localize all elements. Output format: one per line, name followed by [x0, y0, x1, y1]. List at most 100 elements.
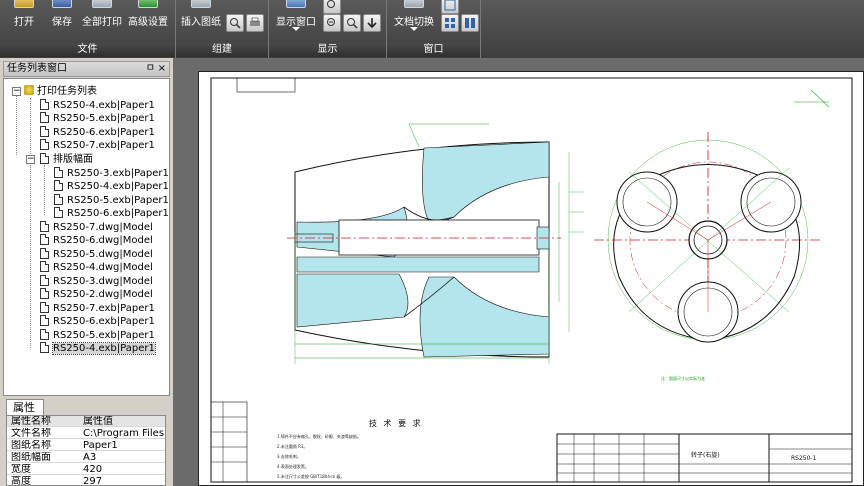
zoom-in-icon [347, 18, 358, 29]
tree-item[interactable]: RS250-2.dwg|Model [40, 288, 153, 301]
zoom-preview-icon [230, 18, 241, 29]
tile-vertical-icon [465, 18, 475, 28]
insert-sheet-button[interactable]: 插入图纸 [178, 0, 224, 42]
print-preview-button[interactable] [246, 14, 264, 32]
tile-grid-icon [445, 18, 455, 28]
chevron-down-icon [292, 27, 300, 31]
zoom-out-button[interactable] [323, 14, 341, 32]
display-window-button[interactable]: 显示窗口 [271, 0, 321, 42]
print-task-tree[interactable]: − 打印任务列表 RS250-4.exb|Paper1 RS250-5.exb|… [3, 78, 170, 396]
tree-item[interactable]: RS250-7.exb|Paper1 [40, 139, 155, 152]
printer-icon [92, 0, 112, 8]
ribbon-group-label-file: 文件 [0, 43, 175, 57]
advanced-settings-button[interactable]: 高级设置 [124, 0, 172, 42]
tile-horizontal-button[interactable] [441, 0, 459, 14]
tree-group[interactable]: 排版幅面 [40, 153, 93, 166]
zoom-out-icon [327, 18, 335, 26]
document-icon [54, 167, 63, 178]
document-icon [40, 302, 49, 313]
settings-check-icon [138, 0, 158, 8]
ribbon-group-label-view: 显示 [269, 43, 386, 57]
ribbon-group-file: 打开 保存 全部打印 高级设置 文件 [0, 0, 176, 58]
rotor-front-view [594, 89, 830, 343]
ribbon-group-label-window: 窗口 [387, 43, 480, 57]
tree-connector [30, 98, 31, 348]
document-switch-button[interactable]: 文档切换 [389, 0, 439, 42]
tree-collapse-toggle[interactable]: − [12, 87, 21, 96]
tree-item-selected[interactable]: RS250-4.exb|Paper1 [40, 342, 156, 355]
technical-requirement-item: 4.表面处理发黑。 [277, 464, 309, 469]
save-icon [52, 0, 72, 8]
tree-item[interactable]: RS250-6.exb|Paper1 [40, 315, 155, 328]
open-button-label: 打开 [14, 17, 34, 28]
move-down-button[interactable] [363, 14, 381, 32]
technical-requirements-title: 技 术 要 求 [369, 419, 423, 428]
arrow-down-icon [367, 18, 377, 29]
tree-item[interactable]: RS250-7.dwg|Model [40, 221, 153, 234]
document-switch-button-label: 文档切换 [394, 17, 434, 28]
open-button[interactable]: 打开 [6, 0, 42, 42]
insert-sheet-button-label: 插入图纸 [181, 17, 221, 28]
property-row[interactable]: 图纸名称 Paper1 [7, 440, 165, 451]
pin-icon[interactable]: ㅁ [146, 62, 155, 76]
save-button[interactable]: 保存 [44, 0, 80, 42]
tree-item[interactable]: RS250-6.exb|Paper1 [40, 126, 155, 139]
tile-grid-button[interactable] [441, 14, 459, 32]
preview-zoom-button[interactable] [226, 14, 244, 32]
left-margin-table [210, 401, 248, 483]
tree-item[interactable]: RS250-4.exb|Paper1 [54, 180, 169, 193]
document-icon [40, 112, 49, 123]
technical-requirement-item: 5.未注尺寸公差按 GB/T1804-m 级。 [277, 474, 345, 479]
tile-horizontal-icon [444, 0, 456, 11]
tree-root-label: 打印任务列表 [37, 86, 97, 97]
insert-sheet-icon [191, 0, 211, 8]
print-all-button-label: 全部打印 [82, 17, 122, 28]
property-row[interactable]: 图纸幅面 A3 [7, 452, 165, 463]
zoom-in-button[interactable] [343, 14, 361, 32]
tree-item[interactable]: RS250-4.exb|Paper1 [40, 99, 155, 112]
tree-item[interactable]: RS250-3.exb|Paper1 [54, 167, 169, 180]
zoom-window-button[interactable] [323, 0, 341, 14]
technical-requirement-item: 2.未注圆角 R3。 [277, 444, 308, 449]
chevron-down-icon [410, 27, 418, 31]
drawing-canvas[interactable]: 技 术 要 求 1.铸件不应有缩孔、裂纹、砂眼、夹渣等缺陷。 2.未注圆角 R3… [173, 58, 864, 486]
tree-item[interactable]: RS250-5.dwg|Model [40, 248, 153, 261]
tree-item[interactable]: RS250-6.dwg|Model [40, 234, 153, 247]
ribbon-group-view: 显示窗口 显示 [269, 0, 387, 58]
tree-item[interactable]: RS250-4.dwg|Model [40, 261, 153, 274]
tree-collapse-toggle[interactable]: − [26, 155, 35, 164]
document-icon [40, 248, 49, 259]
tree-item[interactable]: RS250-5.exb|Paper1 [40, 112, 155, 125]
property-row[interactable]: 高度 297 [7, 476, 165, 485]
tree-root[interactable]: 打印任务列表 [24, 85, 97, 98]
tree-item[interactable]: RS250-3.dwg|Model [40, 275, 153, 288]
tree-item[interactable]: RS250-5.exb|Paper1 [54, 194, 169, 207]
title-block-part-name: 转子(右旋) [691, 452, 720, 459]
tree-connector [16, 95, 17, 155]
print-all-button[interactable]: 全部打印 [80, 0, 124, 42]
tree-item[interactable]: RS250-6.exb|Paper1 [54, 207, 169, 220]
advanced-settings-button-label: 高级设置 [128, 17, 168, 28]
property-row[interactable]: 文件名称 C:\Program Files (x8 [7, 428, 165, 439]
tile-vertical-button[interactable] [461, 14, 479, 32]
technical-requirement-item: 3.去除毛刺。 [277, 454, 301, 459]
left-panel: 任务列表窗口 ㅁ × − 打印任务列表 RS250-4.exb|Paper1 R… [0, 58, 173, 486]
property-row[interactable]: 宽度 420 [7, 464, 165, 475]
title-block-drawing-code: RS250-1 [791, 455, 817, 462]
magnifier-icon [327, 0, 335, 8]
tree-item[interactable]: RS250-7.exb|Paper1 [40, 302, 155, 315]
rotor-side-view [287, 123, 584, 364]
tree-item[interactable]: RS250-5.exb|Paper1 [40, 329, 155, 342]
ribbon-group-label-build: 组建 [176, 43, 268, 57]
display-window-icon [286, 0, 306, 8]
document-icon [54, 207, 63, 218]
properties-tab[interactable]: 属性 [6, 399, 44, 415]
document-icon [40, 329, 49, 340]
document-icon [40, 221, 49, 232]
close-icon[interactable]: × [158, 62, 166, 76]
document-icon [40, 288, 49, 299]
properties-table: 属性名称 属性值 文件名称 C:\Program Files (x8 图纸名称 … [6, 415, 166, 486]
drawing-sheet[interactable]: 技 术 要 求 1.铸件不应有缩孔、裂纹、砂眼、夹渣等缺陷。 2.未注圆角 R3… [198, 71, 864, 486]
task-list-pane-title: 任务列表窗口 [7, 63, 67, 74]
document-icon [40, 126, 49, 137]
